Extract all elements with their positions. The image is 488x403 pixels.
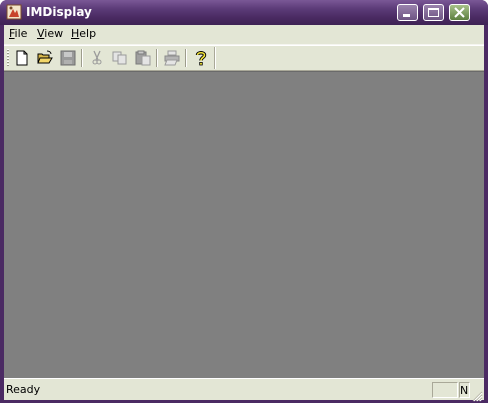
mdi-workspace[interactable] <box>4 71 484 378</box>
app-icon[interactable] <box>6 4 22 20</box>
save-disk-icon <box>60 50 76 66</box>
minimize-icon <box>403 14 410 17</box>
copy-icon <box>112 51 127 65</box>
open-folder-icon <box>37 50 53 64</box>
open-button[interactable] <box>36 49 54 67</box>
copy-button[interactable] <box>111 49 129 67</box>
minimize-button[interactable] <box>397 4 418 21</box>
maximize-button[interactable] <box>423 4 444 21</box>
client-area: File View Help Ready N <box>4 25 484 402</box>
menu-help[interactable]: Help <box>71 27 96 40</box>
help-button[interactable] <box>192 49 210 67</box>
status-bar: Ready N <box>4 378 484 402</box>
close-icon <box>454 7 465 18</box>
status-message: Ready <box>6 383 41 396</box>
cut-icon <box>92 50 102 65</box>
toolbar-separator <box>185 49 187 67</box>
app-window: IMDisplay File View Help Ready N <box>0 0 488 403</box>
toolbar-grip[interactable] <box>7 49 9 67</box>
status-pane-num-text: N <box>460 384 469 397</box>
menu-view[interactable]: View <box>37 27 63 40</box>
maximize-icon <box>428 8 439 17</box>
size-grip-icon[interactable] <box>471 387 483 402</box>
title-bar[interactable]: IMDisplay <box>0 0 488 25</box>
toolbar-end <box>214 47 216 69</box>
help-icon <box>195 51 207 66</box>
status-pane-empty <box>432 382 458 398</box>
status-pane-num: N <box>459 382 470 398</box>
cut-button[interactable] <box>88 49 106 67</box>
window-title: IMDisplay <box>26 5 92 19</box>
paste-icon <box>135 50 151 66</box>
new-button[interactable] <box>13 49 31 67</box>
menu-file[interactable]: File <box>9 27 27 40</box>
toolbar-separator <box>81 49 83 67</box>
print-button[interactable] <box>163 49 181 67</box>
menu-bar: File View Help <box>4 25 484 45</box>
toolbar-separator <box>156 49 158 67</box>
close-button[interactable] <box>449 4 470 21</box>
toolbar <box>4 45 484 71</box>
save-button[interactable] <box>59 49 77 67</box>
print-icon <box>164 50 180 66</box>
paste-button[interactable] <box>134 49 152 67</box>
new-document-icon <box>16 50 28 66</box>
